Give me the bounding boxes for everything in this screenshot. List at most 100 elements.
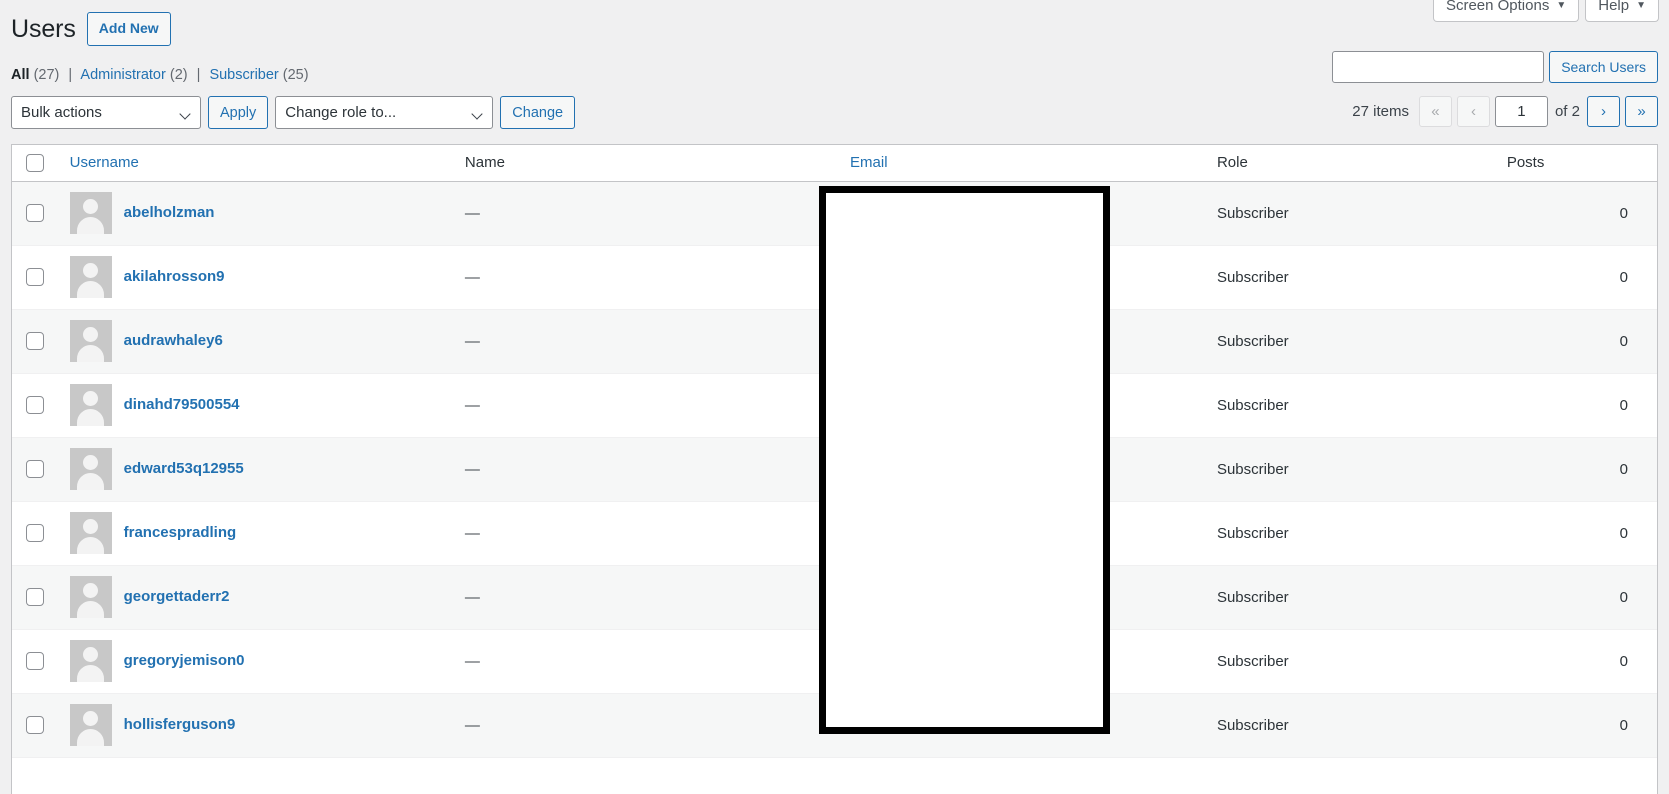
name-value: — — [464, 460, 480, 478]
row-select-cell — [12, 565, 60, 629]
avatar — [69, 512, 112, 554]
search-input[interactable] — [1332, 51, 1545, 83]
next-page-button[interactable]: › — [1587, 96, 1620, 127]
change-role-select[interactable]: Change role to... — [275, 96, 494, 129]
name-value: — — [464, 716, 480, 734]
name-cell: — — [455, 565, 840, 629]
username-link[interactable]: gregoryjemison0 — [124, 651, 245, 671]
row-select-cell — [12, 629, 60, 693]
username-link[interactable]: edward53q12955 — [124, 459, 244, 479]
column-header-name: Name — [454, 145, 841, 182]
sort-username-link[interactable]: Username — [70, 154, 139, 171]
filter-link-administrator[interactable]: Administrator — [80, 67, 165, 83]
role-cell: Subscriber — [1207, 181, 1497, 245]
change-role-button[interactable]: Change — [500, 96, 576, 129]
role-cell: Subscriber — [1207, 309, 1497, 373]
role-value: Subscriber — [1216, 588, 1289, 606]
filter-link-all[interactable]: All — [11, 67, 30, 83]
select-all-header — [12, 145, 60, 182]
name-value: — — [464, 204, 480, 222]
username-cell: gregoryjemison0 — [60, 629, 455, 693]
name-cell: — — [455, 245, 840, 309]
avatar — [69, 640, 112, 682]
row-select-cell — [12, 245, 60, 309]
change-role-selected-label: Change role to... — [285, 104, 397, 121]
avatar — [69, 256, 112, 298]
posts-value: 0 — [1619, 524, 1628, 542]
username-cell: akilahrosson9 — [60, 245, 455, 309]
username-cell: abelholzman — [60, 181, 455, 245]
username-link[interactable]: akilahrosson9 — [124, 267, 225, 287]
page-header: Users Add New — [11, 12, 171, 46]
search-users-button[interactable]: Search Users — [1549, 51, 1658, 83]
column-header-posts: Posts — [1496, 145, 1657, 182]
current-page-input[interactable]: 1 — [1494, 96, 1548, 127]
avatar — [69, 192, 112, 234]
prev-page-button[interactable]: ‹ — [1456, 96, 1490, 127]
row-checkbox[interactable] — [26, 460, 44, 479]
row-checkbox[interactable] — [26, 716, 44, 735]
name-cell: — — [455, 501, 840, 565]
row-checkbox[interactable] — [26, 588, 44, 607]
total-pages-label: of 2 — [1554, 103, 1580, 120]
row-checkbox[interactable] — [26, 396, 44, 415]
items-count: 27 items — [1352, 103, 1409, 120]
posts-value: 0 — [1619, 588, 1628, 606]
username-cell: hollisferguson9 — [60, 693, 455, 757]
filter-count-subscriber: (25) — [282, 67, 309, 83]
bulk-actions-selected-label: Bulk actions — [21, 104, 102, 121]
user-role-filter-links: All (27) | Administrator (2) | Subscribe… — [11, 65, 309, 85]
row-checkbox[interactable] — [26, 332, 44, 351]
role-cell: Subscriber — [1207, 437, 1497, 501]
name-cell: — — [455, 309, 840, 373]
username-link[interactable]: abelholzman — [124, 203, 215, 223]
screen-options-label: Screen Options — [1445, 0, 1550, 14]
posts-cell: 0 — [1497, 693, 1657, 757]
posts-cell: 0 — [1497, 309, 1657, 373]
sort-email-link[interactable]: Email — [850, 154, 888, 171]
name-cell: — — [455, 437, 840, 501]
posts-cell: 0 — [1497, 501, 1657, 565]
username-cell: edward53q12955 — [60, 437, 455, 501]
avatar — [69, 704, 112, 746]
avatar — [69, 384, 112, 426]
bulk-actions-select[interactable]: Bulk actions — [11, 96, 201, 129]
posts-cell: 0 — [1497, 437, 1657, 501]
avatar — [69, 576, 112, 618]
posts-value: 0 — [1619, 204, 1628, 222]
username-link[interactable]: hollisferguson9 — [124, 715, 236, 735]
username-cell: georgettaderr2 — [60, 565, 455, 629]
add-new-user-button[interactable]: Add New — [86, 12, 171, 46]
row-select-cell — [12, 373, 60, 437]
select-all-checkbox[interactable] — [26, 153, 44, 172]
name-value: — — [464, 332, 480, 350]
screen-options-button[interactable]: Screen Options ▼ — [1432, 0, 1580, 22]
row-checkbox[interactable] — [26, 524, 44, 543]
role-value: Subscriber — [1216, 332, 1289, 350]
row-checkbox[interactable] — [26, 268, 44, 287]
help-button[interactable]: Help ▼ — [1585, 0, 1659, 22]
role-value: Subscriber — [1216, 524, 1289, 542]
filter-link-subscriber[interactable]: Subscriber — [209, 67, 278, 83]
name-cell: — — [455, 181, 840, 245]
role-value: Subscriber — [1216, 460, 1289, 478]
row-checkbox[interactable] — [26, 204, 44, 223]
username-link[interactable]: dinahd79500554 — [124, 395, 240, 415]
name-cell: — — [455, 693, 840, 757]
bulk-actions-group: Bulk actions Apply Change role to... Cha… — [11, 96, 576, 129]
apply-button[interactable]: Apply — [208, 96, 269, 129]
role-cell: Subscriber — [1207, 373, 1497, 437]
last-page-button[interactable]: » — [1625, 96, 1658, 127]
username-link[interactable]: audrawhaley6 — [124, 331, 223, 351]
username-link[interactable]: francespradling — [124, 523, 237, 543]
username-link[interactable]: georgettaderr2 — [124, 587, 230, 607]
role-cell: Subscriber — [1207, 245, 1497, 309]
role-value: Subscriber — [1216, 268, 1289, 286]
first-page-button[interactable]: « — [1418, 96, 1452, 127]
column-header-role: Role — [1206, 145, 1497, 182]
avatar — [69, 320, 112, 362]
row-select-cell — [12, 309, 60, 373]
filter-count-all: (27) — [33, 67, 60, 83]
page-title: Users — [11, 14, 76, 43]
row-checkbox[interactable] — [26, 652, 44, 671]
